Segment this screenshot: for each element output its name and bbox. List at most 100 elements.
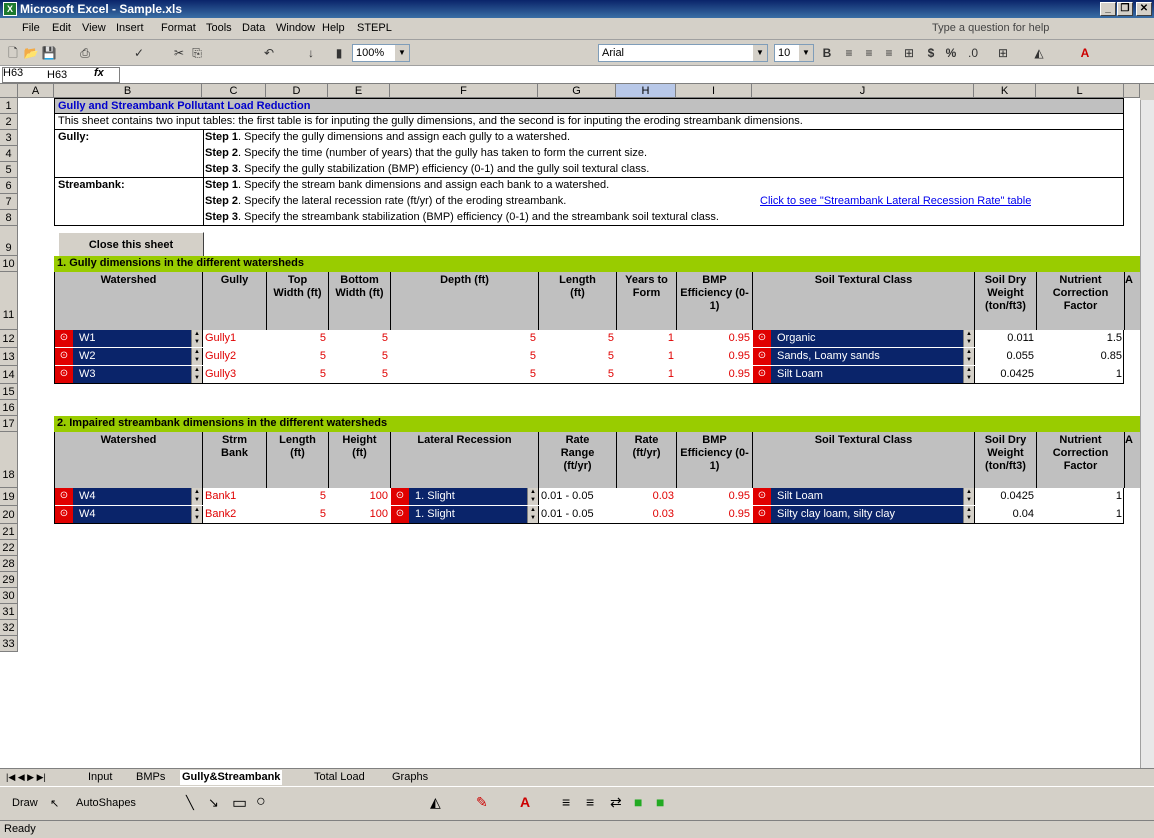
row-header[interactable]: 19 (0, 488, 18, 506)
menu-help[interactable]: Help (322, 22, 345, 34)
bottom-width-cell[interactable]: 5 (329, 349, 391, 364)
spinner-icon[interactable]: ▲ ▼ (963, 488, 974, 505)
row-header[interactable]: 9 (0, 226, 18, 256)
row-header[interactable]: 2 (0, 114, 18, 130)
menu-stepl[interactable]: STEPL (357, 22, 392, 34)
line-color-icon[interactable]: ✎ (476, 794, 488, 811)
length-cell[interactable]: 5 (267, 507, 329, 522)
chart-icon[interactable]: ▮ (330, 44, 348, 62)
menu-window[interactable]: Window (276, 22, 315, 34)
row-header[interactable]: 20 (0, 506, 18, 524)
bank-name[interactable]: Bank2 (205, 507, 236, 522)
spinner-icon[interactable]: ▲ ▼ (963, 506, 974, 523)
font-select[interactable]: Arial ▼ (598, 44, 768, 62)
tab-nav-icon[interactable]: |◀ ◀ ▶ ▶| (4, 770, 48, 785)
align-center-icon[interactable]: ≡ (860, 44, 878, 62)
top-width-cell[interactable]: 5 (267, 367, 329, 382)
tab-graphs[interactable]: Graphs (390, 770, 430, 785)
bold-icon[interactable]: B (818, 44, 836, 62)
length-cell[interactable]: 5 (267, 489, 329, 504)
3d-icon[interactable]: ■ (656, 794, 664, 810)
menu-view[interactable]: View (82, 22, 106, 34)
col-header-f[interactable]: F (390, 84, 538, 98)
watershed-select[interactable]: ⊙ W4 ▲ ▼ (55, 506, 203, 523)
row-header[interactable]: 32 (0, 620, 18, 636)
years-cell[interactable]: 1 (617, 367, 677, 382)
years-cell[interactable]: 1 (617, 331, 677, 346)
save-icon[interactable]: 💾 (40, 44, 58, 62)
row-header[interactable]: 18 (0, 432, 18, 488)
row-header[interactable]: 4 (0, 146, 18, 162)
new-icon[interactable]: 🗋 (4, 44, 22, 62)
col-header-m[interactable] (1124, 84, 1140, 98)
fx-icon[interactable]: fx (94, 67, 104, 79)
copy-icon[interactable]: ⎘ (188, 44, 206, 62)
col-header-a[interactable]: A (18, 84, 54, 98)
depth-cell[interactable]: 5 (391, 331, 539, 346)
length-cell[interactable]: 5 (539, 331, 617, 346)
height-cell[interactable]: 100 (329, 507, 391, 522)
soil-select[interactable]: ⊙ Silty clay loam, silty clay ▲ ▼ (753, 506, 975, 523)
row-header[interactable]: 10 (0, 256, 18, 272)
col-header-g[interactable]: G (538, 84, 616, 98)
select-all-corner[interactable] (0, 84, 18, 98)
row-header[interactable]: 30 (0, 588, 18, 604)
row-header[interactable]: 33 (0, 636, 18, 652)
menu-edit[interactable]: Edit (52, 22, 71, 34)
row-header[interactable]: 7 (0, 194, 18, 210)
arrow-icon[interactable]: ↘ (208, 795, 219, 811)
tab-bmps[interactable]: BMPs (134, 770, 167, 785)
row-header[interactable]: 3 (0, 130, 18, 146)
font-color-icon[interactable]: A (1076, 44, 1094, 62)
soil-select[interactable]: ⊙ Silt Loam ▲ ▼ (753, 488, 975, 505)
spinner-icon[interactable]: ▲ ▼ (527, 506, 538, 523)
sort-icon[interactable]: ↓ (302, 44, 320, 62)
align-left-icon[interactable]: ≡ (840, 44, 858, 62)
col-header-h[interactable]: H (616, 84, 676, 98)
spinner-icon[interactable]: ▲ ▼ (963, 330, 974, 347)
worksheet-grid[interactable]: A B C D E F G H I J K L 1 2 3 4 5 6 7 8 … (0, 84, 1140, 768)
autoshapes-menu[interactable]: AutoShapes (76, 797, 136, 809)
bank-name[interactable]: Bank1 (205, 489, 236, 504)
col-header-l[interactable]: L (1036, 84, 1124, 98)
col-header-j[interactable]: J (752, 84, 974, 98)
fill-color-icon[interactable]: ◭ (1030, 44, 1048, 62)
spinner-icon[interactable]: ▲ ▼ (191, 488, 202, 505)
help-search-box[interactable]: Type a question for help (932, 22, 1049, 34)
col-header-d[interactable]: D (266, 84, 328, 98)
arrow-style-icon[interactable]: ⇄ (610, 794, 622, 811)
tab-input[interactable]: Input (86, 770, 114, 785)
currency-icon[interactable]: $ (922, 44, 940, 62)
cut-icon[interactable]: ✂ (170, 44, 188, 62)
draw-menu[interactable]: Draw (12, 797, 38, 809)
soil-select[interactable]: ⊙ Sands, Loamy sands ▲ ▼ (753, 348, 975, 365)
top-width-cell[interactable]: 5 (267, 349, 329, 364)
row-header[interactable]: 8 (0, 210, 18, 226)
soil-select[interactable]: ⊙ Silt Loam ▲ ▼ (753, 366, 975, 383)
undo-icon[interactable]: ↶ (260, 44, 278, 62)
select-objects-icon[interactable]: ↖ (50, 797, 59, 810)
depth-cell[interactable]: 5 (391, 349, 539, 364)
lateral-recession-select[interactable]: ⊙ 1. Slight ▲ ▼ (391, 488, 539, 505)
menu-data[interactable]: Data (242, 22, 265, 34)
bottom-width-cell[interactable]: 5 (329, 367, 391, 382)
col-header-b[interactable]: B (54, 84, 202, 98)
row-header[interactable]: 13 (0, 348, 18, 366)
font-color-icon[interactable]: A (520, 794, 530, 810)
decimal-icon[interactable]: .0 (964, 44, 982, 62)
borders-icon[interactable]: ⊞ (994, 44, 1012, 62)
spinner-icon[interactable]: ▲ ▼ (191, 330, 202, 347)
menu-insert[interactable]: Insert (116, 22, 144, 34)
vertical-scrollbar[interactable] (1140, 100, 1154, 768)
fill-color-icon[interactable]: ◭ (430, 794, 441, 811)
watershed-select[interactable]: ⊙ W4 ▲ ▼ (55, 488, 203, 505)
rate-cell[interactable]: 0.03 (617, 507, 677, 522)
menu-file[interactable]: File (22, 22, 40, 34)
col-header-i[interactable]: I (676, 84, 752, 98)
watershed-select[interactable]: ⊙ W2 ▲ ▼ (55, 348, 203, 365)
row-header[interactable]: 15 (0, 384, 18, 400)
line-icon[interactable]: ╲ (186, 795, 194, 811)
years-cell[interactable]: 1 (617, 349, 677, 364)
spinner-icon[interactable]: ▲ ▼ (191, 506, 202, 523)
open-icon[interactable]: 📂 (22, 44, 40, 62)
